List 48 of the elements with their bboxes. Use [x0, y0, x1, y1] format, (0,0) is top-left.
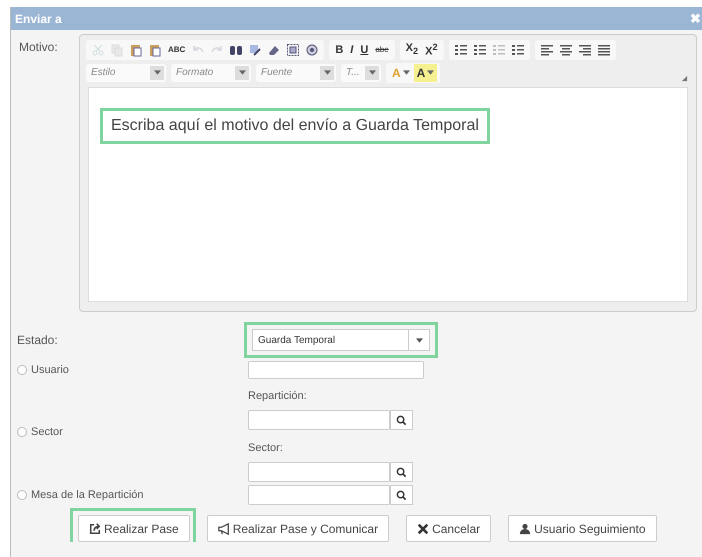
field-label: Estado: [16, 333, 59, 347]
editor-area[interactable]: Escriba aquí el motivo del envío a Guarda Temporal [88, 87, 688, 302]
input-field[interactable] [248, 410, 390, 430]
caret-icon [416, 338, 422, 342]
caret-icon [238, 70, 246, 75]
input-field[interactable] [248, 361, 424, 379]
status-dropdown[interactable]: Guarda Temporal [252, 329, 430, 351]
megaphone-icon [218, 522, 230, 534]
field-label: Sector: [248, 442, 284, 454]
format-button[interactable]: I [347, 40, 356, 58]
field-label: Motivo: [18, 39, 59, 56]
user-icon [519, 522, 532, 534]
action-button[interactable]: Realizar Pase [78, 515, 190, 542]
action-button[interactable]: Cancelar [406, 515, 492, 542]
radio-option[interactable]: Sector [11, 426, 248, 438]
share-icon [89, 522, 101, 534]
caret-icon [368, 70, 376, 75]
radio-option[interactable]: Usuario [11, 364, 248, 376]
editor-text: Escriba aquí el motivo del envío a Guarda Temporal [100, 108, 490, 144]
caret-icon [154, 70, 160, 75]
background-color-button[interactable]: A [414, 64, 438, 82]
action-button[interactable]: Realizar Pase y Comunicar [206, 515, 390, 542]
search-button[interactable] [390, 485, 413, 505]
radio-option[interactable]: Mesa de la Repartición [11, 489, 248, 501]
script-button[interactable]: X$^{2}$ [422, 40, 441, 58]
search-button[interactable] [390, 462, 413, 482]
caret-icon [324, 70, 330, 75]
search-icon [396, 414, 407, 426]
input-field[interactable] [248, 485, 390, 505]
script-button[interactable]: X$_{2}$ [402, 40, 422, 58]
radio-button[interactable] [17, 427, 27, 437]
format-button[interactable]: U [357, 40, 372, 58]
spellcheck-button[interactable]: ABC [165, 40, 188, 58]
format-button[interactable]: B [332, 40, 346, 58]
action-button[interactable]: Usuario Seguimiento [508, 515, 657, 542]
format-button[interactable]: abe [372, 40, 392, 58]
search-button[interactable] [390, 410, 413, 430]
window-title: Enviar a [15, 12, 62, 26]
caret-icon [427, 70, 434, 75]
radio-button[interactable] [17, 490, 27, 500]
resize-handle-icon[interactable] [681, 75, 688, 82]
caret-icon [402, 70, 410, 75]
search-icon [396, 466, 407, 478]
field-label: Repartición: [248, 390, 308, 402]
cross-icon [417, 522, 430, 534]
radio-button[interactable] [17, 365, 27, 375]
input-field[interactable] [248, 462, 390, 482]
search-icon [396, 490, 407, 500]
